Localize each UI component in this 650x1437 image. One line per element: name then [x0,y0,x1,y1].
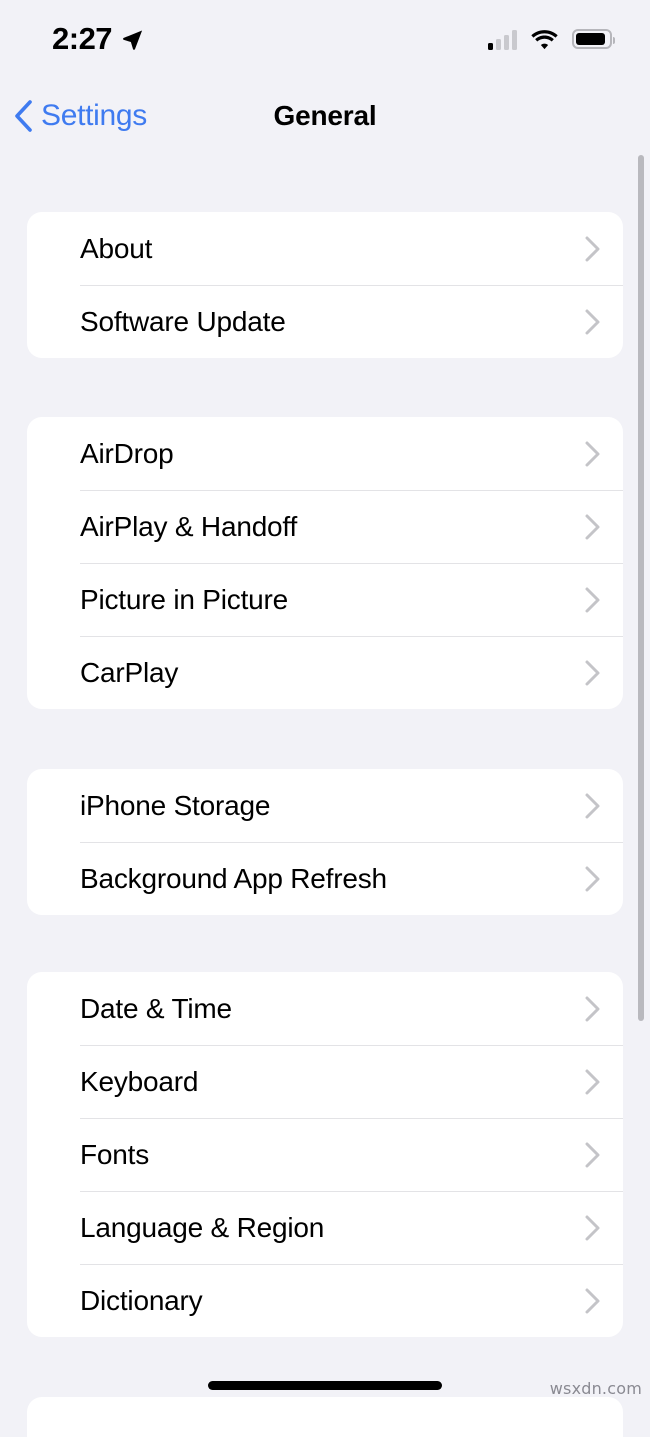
settings-row-airplay-handoff[interactable]: AirPlay & Handoff [27,490,623,563]
settings-row-fonts[interactable]: Fonts [27,1118,623,1191]
settings-row-language-region[interactable]: Language & Region [27,1191,623,1264]
chevron-right-icon [584,1141,601,1169]
settings-group-localization: Date & Time Keyboard Fonts Language & Re… [27,972,623,1337]
wifi-icon [530,29,559,50]
settings-row-label: AirDrop [80,437,174,469]
settings-row-carplay[interactable]: CarPlay [27,636,623,709]
status-bar-right [488,29,615,50]
vertical-scrollbar[interactable] [638,155,644,1021]
settings-group-next-partial[interactable] [27,1397,623,1437]
settings-row-label: Background App Refresh [80,862,387,894]
chevron-right-icon [584,865,601,893]
status-bar-left: 2:27 [52,23,144,56]
chevron-right-icon [584,440,601,468]
settings-row-label: Software Update [80,305,286,337]
settings-row-date-time[interactable]: Date & Time [27,972,623,1045]
settings-group-storage: iPhone Storage Background App Refresh [27,769,623,915]
settings-group-system: About Software Update [27,212,623,358]
settings-row-dictionary[interactable]: Dictionary [27,1264,623,1337]
chevron-right-icon [584,586,601,614]
chevron-right-icon [584,1287,601,1315]
settings-row-keyboard[interactable]: Keyboard [27,1045,623,1118]
chevron-right-icon [584,235,601,263]
chevron-right-icon [584,995,601,1023]
settings-row-label: Dictionary [80,1284,203,1316]
settings-row-label: iPhone Storage [80,789,271,821]
home-indicator[interactable] [208,1381,442,1390]
settings-row-background-app-refresh[interactable]: Background App Refresh [27,842,623,915]
chevron-right-icon [584,308,601,336]
settings-list: About Software Update AirDrop AirPlay & … [0,144,650,1437]
chevron-right-icon [584,513,601,541]
settings-row-label: About [80,232,153,264]
chevron-right-icon [584,1068,601,1096]
settings-row-label: CarPlay [80,656,179,688]
chevron-right-icon [584,659,601,687]
chevron-right-icon [584,1214,601,1242]
watermark: wsxdn.com [549,1379,642,1398]
location-arrow-icon [121,28,144,51]
page-title: General [273,100,377,131]
settings-row-picture-in-picture[interactable]: Picture in Picture [27,563,623,636]
settings-row-label: Date & Time [80,992,232,1024]
settings-row-label: Picture in Picture [80,583,289,615]
settings-row-airdrop[interactable]: AirDrop [27,417,623,490]
status-bar-clock: 2:27 [52,20,113,56]
settings-row-label: AirPlay & Handoff [80,510,298,542]
cellular-signal-icon [488,29,517,50]
settings-row-software-update[interactable]: Software Update [27,285,623,358]
battery-icon [572,29,615,49]
navigation-bar: Settings General [0,88,650,144]
settings-row-label: Language & Region [80,1211,325,1243]
status-bar: 2:27 [0,0,650,78]
settings-row-iphone-storage[interactable]: iPhone Storage [27,769,623,842]
settings-row-label: Fonts [80,1138,150,1170]
settings-group-connectivity: AirDrop AirPlay & Handoff Picture in Pic… [27,417,623,709]
settings-row-about[interactable]: About [27,212,623,285]
settings-row-label: Keyboard [80,1065,199,1097]
chevron-right-icon [584,792,601,820]
